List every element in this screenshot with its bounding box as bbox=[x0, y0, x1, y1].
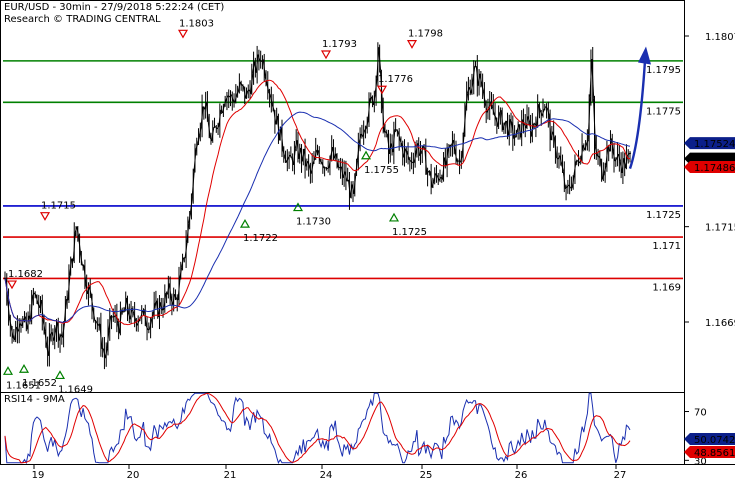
rsi-ma-badge-label: 48.8561 bbox=[694, 448, 735, 459]
rsi-tick-label: 70 bbox=[694, 408, 707, 419]
swing-low-label: 1.1730 bbox=[296, 217, 331, 228]
price-tick-label: 1.1715 bbox=[705, 223, 735, 234]
swing-high-label: 1.1803 bbox=[179, 18, 214, 29]
swing-high-label: 1.1776 bbox=[378, 74, 413, 85]
price-tick-label: 1.1669 bbox=[705, 318, 735, 329]
swing-high-label: 1.1715 bbox=[41, 201, 76, 212]
time-tick-label: 25 bbox=[420, 470, 433, 480]
price-tick-label: 1.1807 bbox=[705, 32, 735, 43]
time-tick-label: 19 bbox=[32, 470, 45, 480]
time-tick-label: 24 bbox=[320, 470, 333, 480]
time-axis: 19 20 21 24 25 26 27 bbox=[32, 464, 627, 480]
level-label: 1.1725 bbox=[646, 210, 681, 221]
swing-low-label: 1.1722 bbox=[243, 233, 278, 244]
price-panel bbox=[0, 0, 685, 393]
trading-chart: 1.17951.17751.17251.1711.169 1.16511.165… bbox=[0, 0, 735, 480]
rsi-badge-label: 50.0742 bbox=[694, 435, 735, 446]
level-label: 1.1775 bbox=[646, 106, 681, 117]
swing-high-label: 1.1793 bbox=[322, 39, 357, 50]
level-label: 1.171 bbox=[652, 241, 681, 252]
rsi-label: RSI14 - 9MA bbox=[4, 394, 65, 405]
price-badge-label: 1.17486 bbox=[694, 163, 735, 174]
candle-body bbox=[147, 328, 150, 331]
swing-high-label: 1.1682 bbox=[8, 269, 43, 280]
level-label: 1.1795 bbox=[646, 65, 681, 76]
price-badges: 1.175241.174881.17486 bbox=[684, 137, 735, 174]
price-axis: 1.1807 1.1715 1.1669 bbox=[684, 32, 735, 329]
swing-high-label: 1.1798 bbox=[408, 29, 443, 40]
time-tick-label: 26 bbox=[515, 470, 528, 480]
level-label: 1.169 bbox=[652, 282, 681, 293]
candle-body bbox=[161, 308, 165, 311]
swing-low-label: 1.1755 bbox=[364, 165, 399, 176]
swing-low-label: 1.1652 bbox=[22, 378, 57, 389]
swing-low-label: 1.1725 bbox=[392, 227, 427, 238]
time-tick-label: 27 bbox=[614, 470, 627, 480]
time-tick-label: 21 bbox=[224, 470, 237, 480]
time-tick-label: 20 bbox=[127, 470, 140, 480]
price-badge-label: 1.17524 bbox=[694, 139, 735, 150]
chart-credit: Research © TRADING CENTRAL bbox=[4, 14, 161, 25]
chart-title: EUR/USD - 30min - 27/9/2018 5:22:24 (CET… bbox=[4, 2, 225, 13]
